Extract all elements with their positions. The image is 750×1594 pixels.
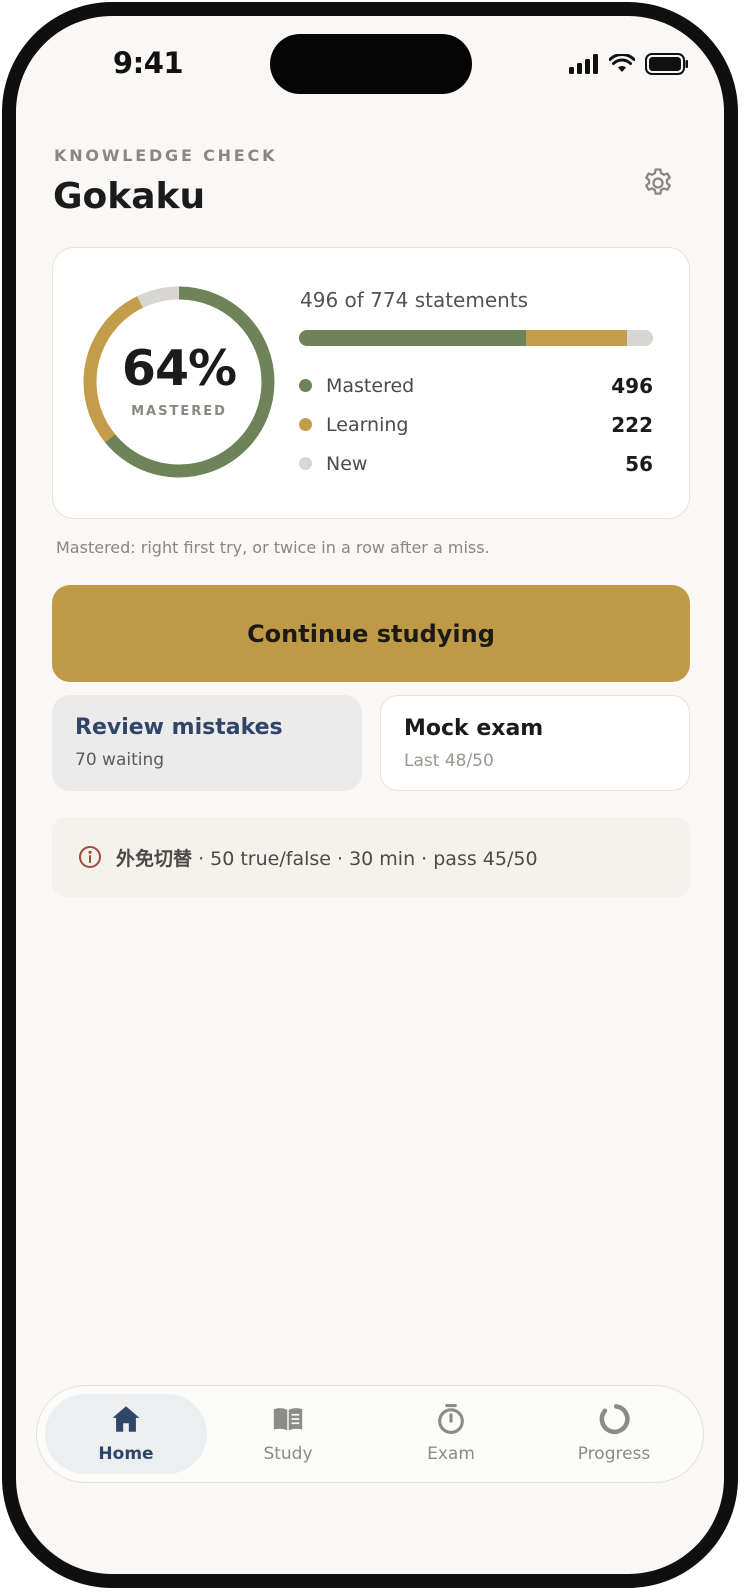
tab-label: Home: [98, 1444, 154, 1464]
info-icon: [79, 846, 101, 868]
app-screen: 9:41 KNOWLEDGE CHECK Gokaku 64% MASTERED…: [16, 16, 724, 1574]
device-frame: 9:41 KNOWLEDGE CHECK Gokaku 64% MASTERED…: [2, 2, 738, 1588]
mock-exam-title: Mock exam: [404, 716, 544, 741]
exam-info-text: 外免切替 · 50 true/false · 30 min · pass 45/…: [116, 844, 538, 871]
review-mistakes-button[interactable]: Review mistakes 70 waiting: [52, 695, 362, 791]
signal-icon: [569, 54, 598, 74]
mastery-percent-label: MASTERED: [131, 404, 227, 419]
new-dot: [299, 457, 312, 470]
mastery-footnote: Mastered: right first try, or twice in a…: [56, 538, 490, 557]
mastery-legend: Mastered 496 Learning 222 New 56: [299, 366, 653, 483]
legend-value: 56: [625, 451, 653, 476]
gear-icon[interactable]: [641, 166, 675, 200]
status-icons: [569, 52, 689, 76]
mock-exam-button[interactable]: Mock exam Last 48/50: [380, 695, 690, 791]
legend-value: 496: [611, 373, 653, 398]
legend-label: New: [326, 452, 368, 475]
legend-value: 222: [611, 412, 653, 437]
book-icon: [273, 1408, 303, 1431]
mastered-dot: [299, 379, 312, 392]
tab-label: Study: [263, 1444, 313, 1464]
legend-row-learning: Learning 222: [299, 405, 653, 444]
tab-progress[interactable]: Progress: [533, 1394, 695, 1474]
mock-exam-last-score: Last 48/50: [404, 751, 494, 771]
dynamic-island: [270, 34, 472, 94]
tab-home[interactable]: Home: [45, 1394, 207, 1474]
legend-label: Learning: [326, 413, 409, 436]
legend-row-new: New 56: [299, 444, 653, 483]
mastery-card: 64% MASTERED 496 of 774 statements Maste…: [52, 247, 690, 519]
legend-label: Mastered: [326, 374, 415, 397]
learning-dot: [299, 418, 312, 431]
exam-info-banner: 外免切替 · 50 true/false · 30 min · pass 45/…: [52, 817, 690, 897]
mastery-percent: 64%: [121, 340, 237, 397]
wifi-icon: [609, 54, 635, 72]
home-icon: [112, 1406, 140, 1432]
tab-label: Exam: [427, 1444, 475, 1464]
page-title: Gokaku: [53, 176, 206, 217]
stopwatch-icon: [438, 1403, 464, 1435]
progress-ring-icon: [599, 1404, 630, 1435]
status-time: 9:41: [112, 46, 184, 80]
statements-summary: 496 of 774 statements: [300, 288, 529, 312]
bar-segment-learning: [525, 330, 628, 346]
continue-studying-button[interactable]: Continue studying: [52, 585, 690, 682]
tab-exam[interactable]: Exam: [370, 1394, 532, 1474]
bottom-tab-bar: Home Study Exam Progress: [36, 1385, 704, 1483]
mastery-progress-bar: [299, 330, 653, 346]
tab-study[interactable]: Study: [207, 1394, 369, 1474]
exam-name: 外免切替: [116, 847, 193, 870]
legend-row-mastered: Mastered 496: [299, 366, 653, 405]
header-eyebrow: KNOWLEDGE CHECK: [54, 146, 278, 165]
review-mistakes-count: 70 waiting: [75, 750, 165, 770]
tab-label: Progress: [577, 1444, 651, 1464]
bar-segment-mastered: [299, 330, 526, 346]
exam-details: · 50 true/false · 30 min · pass 45/50: [198, 847, 538, 870]
review-mistakes-title: Review mistakes: [75, 715, 283, 740]
battery-icon: [645, 53, 688, 75]
bar-segment-new: [627, 330, 653, 346]
